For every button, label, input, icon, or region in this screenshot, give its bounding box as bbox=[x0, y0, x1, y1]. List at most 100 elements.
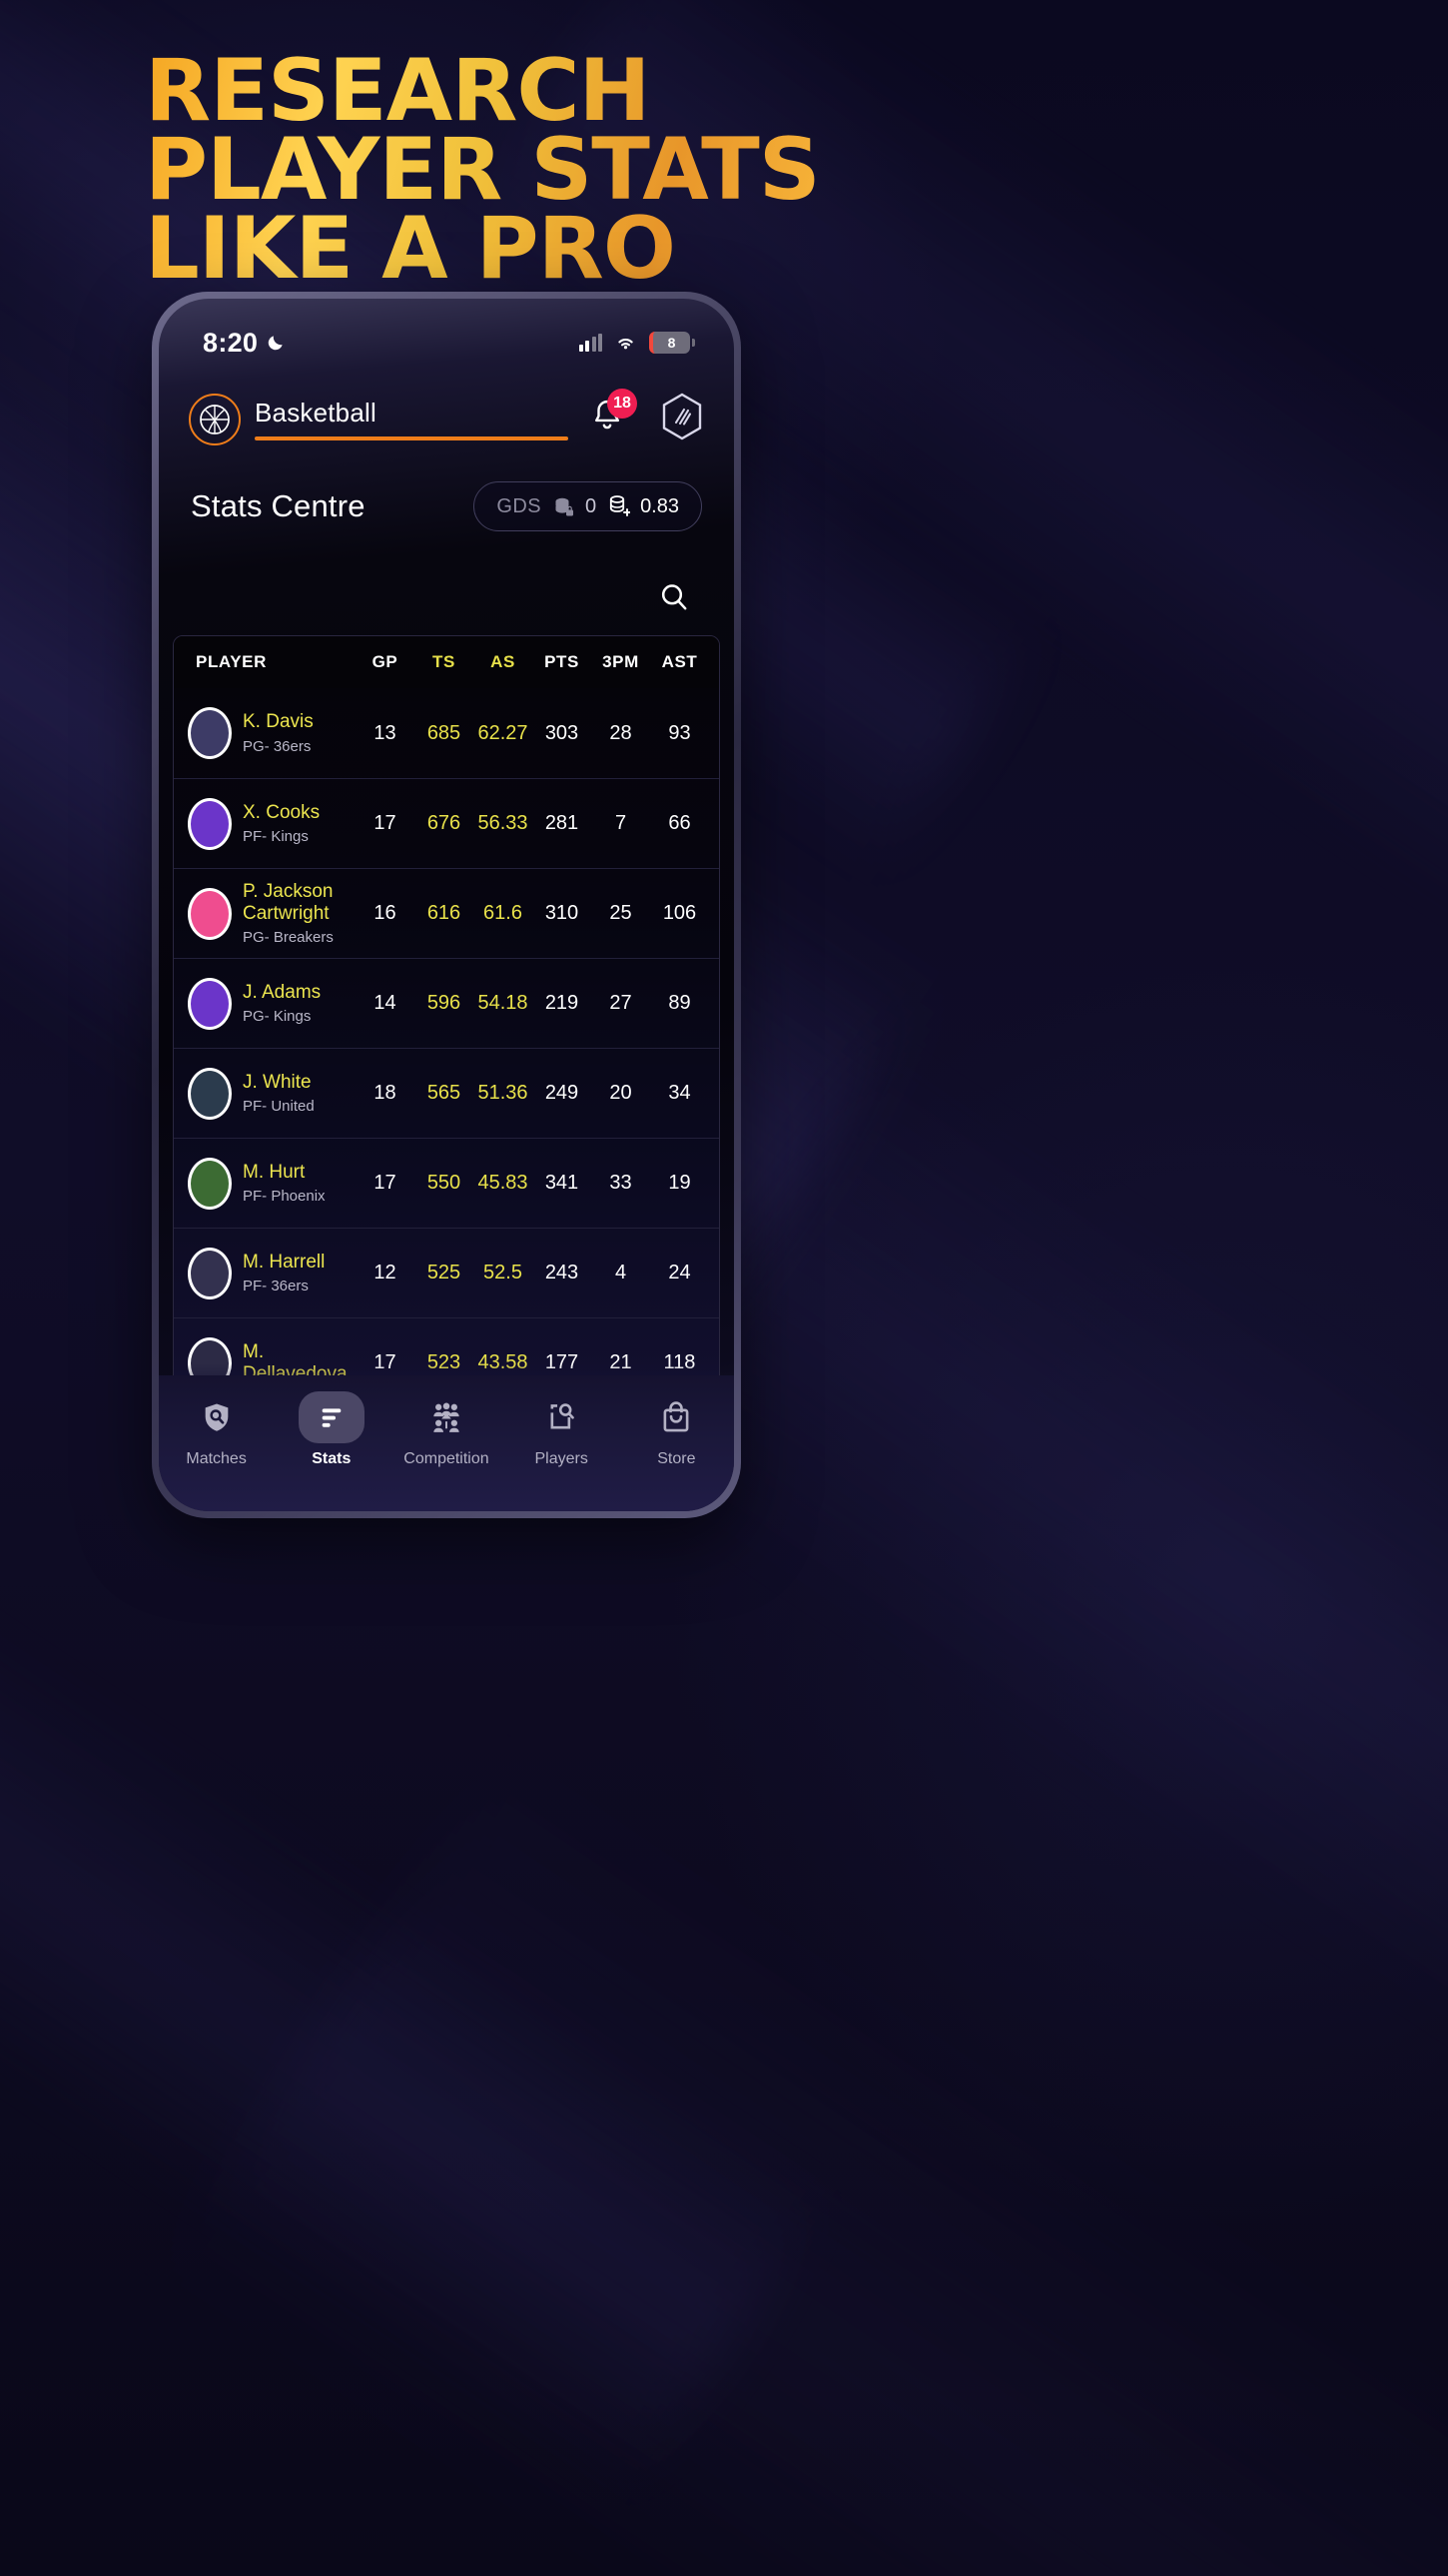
cell-as: 54.18 bbox=[477, 992, 528, 1015]
avatar bbox=[188, 887, 232, 940]
cell-ts: 616 bbox=[426, 902, 461, 925]
player-name[interactable]: J. White bbox=[243, 1072, 315, 1094]
nav-label: Stats bbox=[312, 1450, 352, 1467]
cell-ast: 24 bbox=[668, 1262, 691, 1285]
nav-item-store[interactable]: Store bbox=[620, 1391, 732, 1468]
player-cell: J. White PF- United bbox=[188, 1067, 356, 1120]
player-cell: X. Cooks PF- Kings bbox=[188, 797, 356, 850]
battery-level: 8 bbox=[667, 335, 676, 351]
phone-screen: 8:20 8 Basketball 18 Stats Centre GDS 0 … bbox=[159, 299, 734, 1511]
column-header-player[interactable]: PLAYER bbox=[188, 652, 356, 672]
cell-ts: 676 bbox=[426, 812, 461, 834]
column-header-pts[interactable]: PTS bbox=[532, 652, 591, 672]
search-icon[interactable] bbox=[658, 581, 690, 613]
player-name[interactable]: M. Harrell bbox=[243, 1252, 325, 1274]
cell-as: 56.33 bbox=[477, 812, 528, 834]
cell-ast: 106 bbox=[662, 902, 697, 925]
wifi-icon bbox=[618, 338, 633, 350]
cell-ts: 523 bbox=[426, 1351, 461, 1374]
cell-ast: 89 bbox=[668, 992, 691, 1015]
avatar bbox=[188, 1067, 232, 1120]
nav-label: Store bbox=[657, 1450, 696, 1467]
column-header-ast[interactable]: AST bbox=[650, 652, 709, 672]
player-info: P. Jackson Cartwright PG- Breakers bbox=[243, 881, 356, 946]
cell-as: 45.83 bbox=[477, 1172, 528, 1195]
player-team: PG- 36ers bbox=[243, 737, 312, 755]
cell-gp: 16 bbox=[373, 902, 396, 925]
player-name[interactable]: P. Jackson Cartwright bbox=[243, 881, 356, 925]
nav-item-matches[interactable]: Matches bbox=[161, 1391, 273, 1468]
cell-as: 51.36 bbox=[477, 1082, 528, 1105]
cell-ast: 66 bbox=[668, 812, 691, 834]
table-row[interactable]: K. Davis PG- 36ers 13 685 62.27 303 28 93 bbox=[174, 688, 719, 778]
notification-count-badge: 18 bbox=[607, 389, 637, 419]
column-header-as[interactable]: AS bbox=[473, 652, 532, 672]
player-info: M. Harrell PF- 36ers bbox=[243, 1252, 325, 1294]
status-bar: 8:20 8 bbox=[159, 299, 734, 371]
sport-name-label: Basketball bbox=[255, 398, 376, 428]
nav-item-stats[interactable]: Stats bbox=[276, 1391, 387, 1468]
clock-time: 8:20 bbox=[203, 327, 259, 358]
table-row[interactable]: J. Adams PG- Kings 14 596 54.18 219 27 89 bbox=[174, 958, 719, 1048]
page-header-row: Stats Centre GDS 0 0.83 bbox=[159, 445, 734, 531]
basketball-icon[interactable] bbox=[189, 393, 241, 445]
bar-chart-icon bbox=[298, 1391, 364, 1443]
cell-gp: 17 bbox=[373, 1172, 396, 1195]
cellular-signal-icon bbox=[578, 334, 602, 352]
table-header-row: PLAYER GP TS AS PTS 3PM AST bbox=[174, 636, 719, 688]
cell-as: 61.6 bbox=[483, 902, 522, 925]
shield-search-icon bbox=[184, 1391, 250, 1443]
player-cell: M. Harrell PF- 36ers bbox=[188, 1247, 356, 1299]
player-name[interactable]: M. Hurt bbox=[243, 1162, 326, 1184]
hexagon-brand-logo-icon[interactable] bbox=[660, 393, 704, 445]
avatar bbox=[188, 977, 232, 1030]
nav-item-competition[interactable]: Competition bbox=[390, 1391, 502, 1468]
player-info: K. Davis PG- 36ers bbox=[243, 711, 314, 754]
avatar bbox=[188, 1157, 232, 1210]
cell-pts: 310 bbox=[544, 902, 579, 925]
cell-tpm: 21 bbox=[609, 1351, 632, 1374]
cell-gp: 17 bbox=[373, 812, 396, 834]
table-row[interactable]: M. Harrell PF- 36ers 12 525 52.5 243 4 24 bbox=[174, 1228, 719, 1317]
cell-gp: 14 bbox=[373, 992, 396, 1015]
sport-selector[interactable]: Basketball bbox=[255, 398, 568, 440]
column-header-3pm[interactable]: 3PM bbox=[591, 652, 650, 672]
sport-underline bbox=[255, 436, 568, 440]
notifications-button[interactable]: 18 bbox=[590, 389, 637, 440]
cell-pts: 281 bbox=[544, 812, 579, 834]
cell-ts: 565 bbox=[426, 1082, 461, 1105]
player-name[interactable]: J. Adams bbox=[243, 982, 321, 1004]
cell-pts: 249 bbox=[544, 1082, 579, 1105]
nav-item-players[interactable]: Players bbox=[505, 1391, 617, 1468]
cell-ts: 550 bbox=[426, 1172, 461, 1195]
table-row[interactable]: P. Jackson Cartwright PG- Breakers 16 616 61… bbox=[174, 868, 719, 958]
table-row[interactable]: X. Cooks PF- Kings 17 676 56.33 281 7 66 bbox=[174, 778, 719, 868]
gds-balance-pill[interactable]: GDS 0 0.83 bbox=[473, 481, 702, 531]
shopping-bag-icon bbox=[643, 1391, 709, 1443]
player-cell: K. Davis PG- 36ers bbox=[188, 707, 356, 759]
column-header-ts[interactable]: TS bbox=[414, 652, 473, 672]
page-title: Stats Centre bbox=[191, 488, 365, 523]
avatar bbox=[188, 797, 232, 850]
player-team: PF- Phoenix bbox=[243, 1188, 326, 1206]
table-row[interactable]: M. Hurt PF- Phoenix 17 550 45.83 341 33 19 bbox=[174, 1138, 719, 1228]
table-row[interactable]: J. White PF- United 18 565 51.36 249 20 34 bbox=[174, 1048, 719, 1138]
add-coin-icon bbox=[609, 495, 631, 516]
column-header-gp[interactable]: GP bbox=[356, 652, 414, 672]
player-stats-table: PLAYER GP TS AS PTS 3PM AST K. Davis PG- 36ers 1… bbox=[173, 635, 720, 1409]
player-name[interactable]: K. Davis bbox=[243, 711, 314, 733]
people-group-icon bbox=[413, 1391, 479, 1443]
document-search-icon bbox=[528, 1391, 594, 1443]
promo-headline: RESEARCH PLAYER STATS LIKE A PRO bbox=[145, 52, 1303, 289]
locked-coins-icon bbox=[555, 497, 573, 516]
cell-tpm: 28 bbox=[609, 721, 632, 744]
player-team: PF- 36ers bbox=[243, 1278, 309, 1295]
player-name[interactable]: X. Cooks bbox=[243, 802, 320, 824]
nav-label: Competition bbox=[403, 1450, 489, 1467]
cell-gp: 17 bbox=[373, 1351, 396, 1374]
avatar bbox=[188, 707, 232, 759]
player-info: M. Hurt PF- Phoenix bbox=[243, 1162, 326, 1205]
cell-as: 52.5 bbox=[483, 1262, 522, 1285]
cell-gp: 12 bbox=[373, 1262, 396, 1285]
cell-tpm: 27 bbox=[609, 992, 632, 1015]
